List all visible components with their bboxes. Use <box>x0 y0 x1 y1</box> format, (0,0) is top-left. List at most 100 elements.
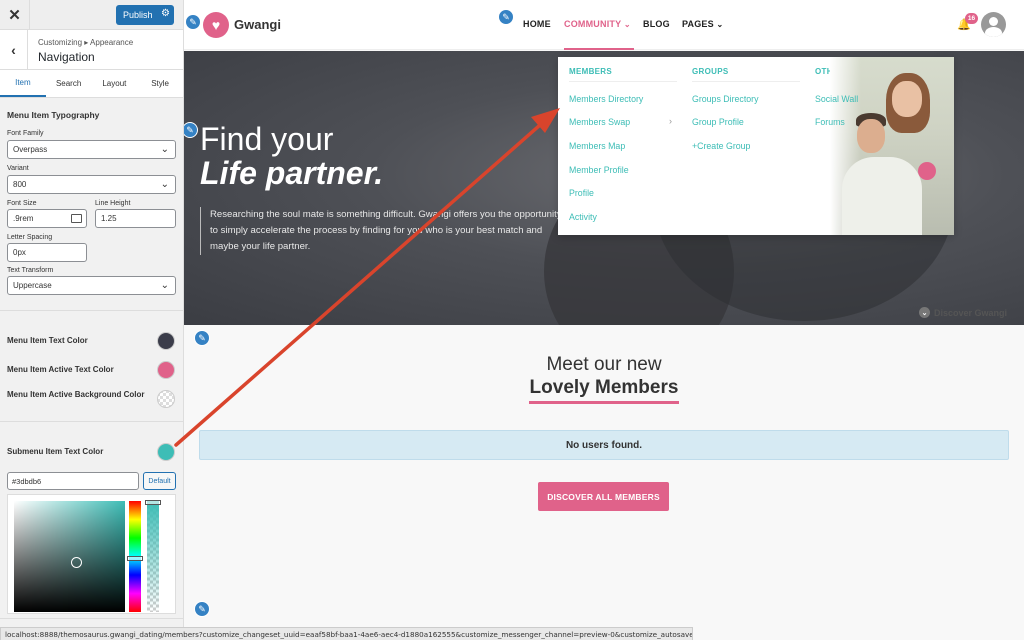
saturation-area[interactable] <box>14 501 125 612</box>
discover-gwangi-link[interactable]: ⌄ Discover Gwangi <box>919 307 1007 318</box>
chevron-right-icon: › <box>669 116 672 126</box>
menu-members-map[interactable]: Members Map <box>569 141 625 151</box>
alpha-handle[interactable] <box>145 500 161 505</box>
groups-column-heading: GROUPS <box>692 67 729 76</box>
variant-select[interactable]: 800 ⌄ <box>7 175 176 194</box>
tab-search[interactable]: Search <box>46 70 92 97</box>
members-section-title: Meet our new <box>546 354 662 375</box>
alpha-slider[interactable] <box>147 501 159 612</box>
hex-color-input[interactable]: #3dbdb6 <box>7 472 139 490</box>
members-column-heading: MEMBERS <box>569 67 612 76</box>
menu-profile[interactable]: Profile <box>569 188 594 198</box>
typography-section-title: Menu Item Typography <box>7 110 100 120</box>
members-title-underline <box>529 401 679 404</box>
nav-blog[interactable]: BLOG <box>643 19 670 29</box>
unit-icon[interactable] <box>71 214 82 223</box>
publish-button[interactable]: Publish ⚙ <box>116 5 174 25</box>
font-size-input[interactable]: .9rem <box>7 209 87 228</box>
status-bar-url: localhost:8888/themosaurus.gwangi_dating… <box>0 627 693 640</box>
nav-pages-label: PAGES <box>682 19 714 29</box>
publish-label: Publish <box>123 10 153 20</box>
menu-social-wall[interactable]: Social Wall <box>815 94 858 104</box>
text-transform-label: Text Transform <box>7 267 54 274</box>
line-height-input[interactable]: 1.25 <box>95 209 176 228</box>
hero-description: Researching the soul mate is something d… <box>200 207 570 255</box>
chevron-down-icon: ⌄ <box>160 144 169 155</box>
photo-figure <box>892 81 922 117</box>
edit-shortcut-icon[interactable]: ✎ <box>185 14 201 30</box>
column-divider <box>692 81 800 82</box>
site-logo-text[interactable]: Gwangi <box>234 17 281 32</box>
color-picker <box>7 494 176 614</box>
hero-title-line2: Life partner. <box>200 155 384 191</box>
panel-tabs: Item Search Layout Style <box>0 70 183 98</box>
hue-handle[interactable] <box>127 556 143 561</box>
discover-gwangi-label: Discover Gwangi <box>934 307 1008 318</box>
text-transform-select[interactable]: Uppercase ⌄ <box>7 276 176 295</box>
default-button[interactable]: Default <box>143 472 176 490</box>
notification-badge: 16 <box>965 13 978 24</box>
submenu-text-color-swatch[interactable] <box>157 443 175 461</box>
edit-shortcut-icon[interactable]: ✎ <box>498 9 514 25</box>
community-dropdown-menu: MEMBERS GROUPS OTHERS Members Directory … <box>558 57 954 235</box>
menu-member-profile[interactable]: Member Profile <box>569 165 629 175</box>
photo-flower <box>918 162 936 180</box>
divider <box>0 421 183 422</box>
discover-all-members-button[interactable]: DISCOVER ALL MEMBERS <box>538 482 669 511</box>
text-color-swatch[interactable] <box>157 332 175 350</box>
back-icon[interactable]: ‹ <box>0 30 28 70</box>
nav-pages[interactable]: PAGES ⌄ <box>682 19 723 29</box>
breadcrumb: Customizing ▸ Appearance <box>38 38 134 47</box>
text-transform-value: Uppercase <box>13 281 52 290</box>
active-text-color-label: Menu Item Active Text Color <box>7 365 114 374</box>
avatar-head <box>989 17 998 26</box>
menu-create-group[interactable]: +Create Group <box>692 141 750 151</box>
site-header: ♥ Gwangi HOME COMMUNITY ⌄ BLOG PAGES ⌄ 🔔… <box>184 0 1024 50</box>
heart-logo-icon[interactable]: ♥ <box>203 12 229 38</box>
customizer-sidebar: ✕ Publish ⚙ ‹ Customizing ▸ Appearance N… <box>0 0 184 640</box>
letter-spacing-value: 0px <box>13 248 26 257</box>
menu-members-swap[interactable]: Members Swap <box>569 117 630 127</box>
avatar[interactable] <box>981 12 1006 37</box>
active-text-color-swatch[interactable] <box>157 361 175 379</box>
menu-groups-directory[interactable]: Groups Directory <box>692 94 758 104</box>
nav-active-underline <box>564 48 634 50</box>
panel-header: ‹ Customizing ▸ Appearance Navigation <box>0 30 183 70</box>
menu-forums[interactable]: Forums <box>815 117 845 127</box>
active-bg-color-swatch[interactable] <box>157 390 175 408</box>
couple-photo <box>830 57 954 235</box>
font-size-label: Font Size <box>7 200 37 207</box>
font-family-select[interactable]: Overpass ⌄ <box>7 140 176 159</box>
gear-icon[interactable]: ⚙ <box>161 8 170 19</box>
tab-style[interactable]: Style <box>137 70 183 97</box>
chevron-down-icon: ⌄ <box>160 280 169 291</box>
photo-figure <box>857 119 885 153</box>
edit-shortcut-icon[interactable]: ✎ <box>194 601 210 617</box>
text-color-label: Menu Item Text Color <box>7 336 88 345</box>
nav-community-label: COMMUNITY <box>564 19 622 29</box>
active-bg-color-label: Menu Item Active Background Color <box>7 390 145 399</box>
edit-shortcut-icon[interactable]: ✎ <box>194 330 210 346</box>
tab-item[interactable]: Item <box>0 70 46 97</box>
nav-community[interactable]: COMMUNITY ⌄ <box>564 19 631 29</box>
variant-value: 800 <box>13 180 27 189</box>
customizer-header-bar: ✕ Publish ⚙ <box>0 0 183 30</box>
letter-spacing-input[interactable]: 0px <box>7 243 87 262</box>
menu-members-directory[interactable]: Members Directory <box>569 94 643 104</box>
photo-figure <box>842 157 922 235</box>
menu-activity[interactable]: Activity <box>569 212 597 222</box>
close-icon[interactable]: ✕ <box>0 0 30 30</box>
letter-spacing-label: Letter Spacing <box>7 234 53 241</box>
submenu-text-color-label: Submenu Item Text Color <box>7 447 104 456</box>
panel-title: Navigation <box>38 50 95 64</box>
divider <box>0 310 183 311</box>
avatar-body <box>985 27 1002 37</box>
variant-label: Variant <box>7 165 29 172</box>
nav-home[interactable]: HOME <box>523 19 551 29</box>
chevron-down-icon: ⌄ <box>623 20 631 29</box>
menu-group-profile[interactable]: Group Profile <box>692 117 744 127</box>
saturation-handle[interactable] <box>71 557 82 568</box>
chevron-down-icon: ⌄ <box>716 20 724 29</box>
font-family-label: Font Family <box>7 130 44 137</box>
tab-layout[interactable]: Layout <box>92 70 138 97</box>
